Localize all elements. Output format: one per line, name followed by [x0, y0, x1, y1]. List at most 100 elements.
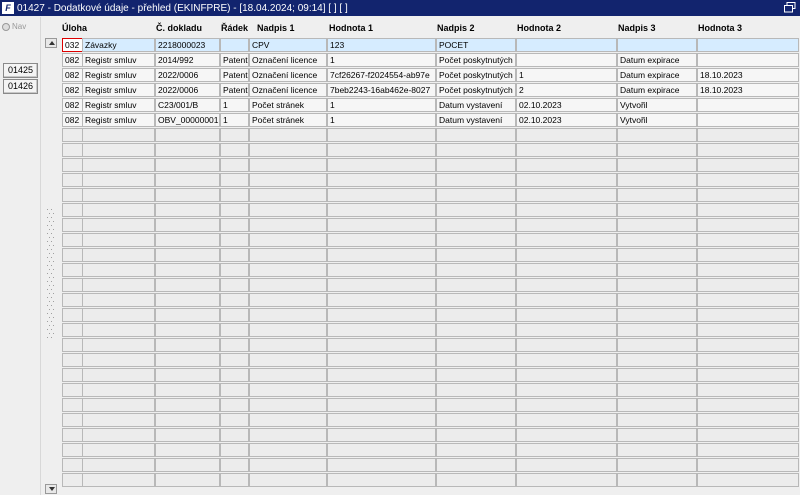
- table-cell[interactable]: Označení licence: [249, 53, 327, 67]
- table-cell[interactable]: [220, 248, 249, 262]
- table-cell[interactable]: [62, 128, 83, 142]
- table-cell[interactable]: [697, 428, 799, 442]
- table-cell[interactable]: [617, 278, 697, 292]
- table-cell[interactable]: [697, 413, 799, 427]
- table-cell[interactable]: [516, 368, 617, 382]
- table-cell[interactable]: [697, 128, 799, 142]
- table-cell[interactable]: [516, 428, 617, 442]
- table-cell[interactable]: [516, 353, 617, 367]
- table-cell[interactable]: 082: [62, 68, 83, 82]
- table-cell[interactable]: [436, 413, 516, 427]
- table-cell[interactable]: [617, 353, 697, 367]
- table-cell[interactable]: 2014/992: [155, 53, 220, 67]
- table-cell[interactable]: [436, 353, 516, 367]
- table-cell[interactable]: [327, 203, 436, 217]
- table-cell[interactable]: [617, 263, 697, 277]
- table-cell[interactable]: [327, 143, 436, 157]
- table-cell[interactable]: [62, 443, 83, 457]
- table-cell[interactable]: [327, 278, 436, 292]
- table-cell[interactable]: [697, 233, 799, 247]
- table-cell[interactable]: [62, 338, 83, 352]
- table-cell[interactable]: Registr smluv: [82, 113, 155, 127]
- table-cell[interactable]: 1: [220, 113, 249, 127]
- table-cell[interactable]: [436, 278, 516, 292]
- table-cell[interactable]: Patent: [220, 68, 249, 82]
- table-cell[interactable]: 7cf26267-f2024554-ab97e: [327, 68, 436, 82]
- table-cell[interactable]: [155, 188, 220, 202]
- table-cell[interactable]: [220, 203, 249, 217]
- table-cell[interactable]: [62, 323, 83, 337]
- table-cell[interactable]: 02.10.2023: [516, 98, 617, 112]
- table-cell[interactable]: [82, 293, 155, 307]
- table-cell[interactable]: [62, 398, 83, 412]
- table-cell[interactable]: [697, 368, 799, 382]
- table-cell[interactable]: [62, 263, 83, 277]
- table-cell[interactable]: [436, 188, 516, 202]
- table-cell[interactable]: [220, 473, 249, 487]
- table-cell[interactable]: [220, 353, 249, 367]
- table-cell[interactable]: Registr smluv: [82, 53, 155, 67]
- table-cell[interactable]: Datum vystavení: [436, 98, 516, 112]
- table-cell[interactable]: [697, 218, 799, 232]
- table-cell[interactable]: [327, 128, 436, 142]
- table-cell[interactable]: [62, 413, 83, 427]
- table-cell[interactable]: [155, 383, 220, 397]
- table-cell[interactable]: [249, 473, 327, 487]
- table-cell[interactable]: [516, 308, 617, 322]
- scroll-down-button[interactable]: [45, 484, 57, 494]
- table-cell[interactable]: [220, 38, 249, 52]
- table-cell[interactable]: [516, 383, 617, 397]
- table-cell[interactable]: [155, 473, 220, 487]
- table-cell[interactable]: [82, 353, 155, 367]
- table-cell[interactable]: [62, 278, 83, 292]
- table-cell[interactable]: [62, 458, 83, 472]
- table-cell[interactable]: [697, 398, 799, 412]
- table-cell[interactable]: [155, 338, 220, 352]
- table-cell[interactable]: [62, 143, 83, 157]
- table-cell[interactable]: [697, 383, 799, 397]
- table-cell[interactable]: [62, 173, 83, 187]
- table-cell[interactable]: [516, 473, 617, 487]
- table-cell[interactable]: [82, 458, 155, 472]
- table-cell[interactable]: [62, 308, 83, 322]
- table-cell[interactable]: Datum expirace: [617, 83, 697, 97]
- table-cell[interactable]: [82, 323, 155, 337]
- table-cell[interactable]: [327, 158, 436, 172]
- table-cell[interactable]: 18.10.2023: [697, 83, 799, 97]
- table-cell[interactable]: POCET: [436, 38, 516, 52]
- table-cell[interactable]: [249, 338, 327, 352]
- table-cell[interactable]: [220, 398, 249, 412]
- table-cell[interactable]: [82, 263, 155, 277]
- table-cell[interactable]: [82, 158, 155, 172]
- table-cell[interactable]: [697, 353, 799, 367]
- table-cell[interactable]: [516, 248, 617, 262]
- table-cell[interactable]: OBV_00000001: [155, 113, 220, 127]
- table-cell[interactable]: [617, 368, 697, 382]
- column-header[interactable]: Č. dokladu: [156, 23, 202, 33]
- table-cell[interactable]: [436, 218, 516, 232]
- table-cell[interactable]: [220, 443, 249, 457]
- table-cell[interactable]: [697, 173, 799, 187]
- table-cell[interactable]: 032: [62, 38, 83, 52]
- table-cell[interactable]: [155, 443, 220, 457]
- table-cell[interactable]: [327, 413, 436, 427]
- table-cell[interactable]: [327, 473, 436, 487]
- table-cell[interactable]: [516, 278, 617, 292]
- table-cell[interactable]: [617, 38, 697, 52]
- scroll-up-button[interactable]: [45, 38, 57, 48]
- table-cell[interactable]: Patent: [220, 53, 249, 67]
- table-cell[interactable]: [617, 188, 697, 202]
- table-cell[interactable]: [82, 338, 155, 352]
- table-cell[interactable]: [249, 323, 327, 337]
- table-cell[interactable]: [697, 443, 799, 457]
- table-cell[interactable]: [516, 218, 617, 232]
- table-cell[interactable]: [617, 428, 697, 442]
- table-cell[interactable]: [327, 428, 436, 442]
- table-cell[interactable]: [516, 338, 617, 352]
- table-cell[interactable]: 082: [62, 98, 83, 112]
- table-cell[interactable]: [436, 203, 516, 217]
- table-cell[interactable]: Patent: [220, 83, 249, 97]
- table-cell[interactable]: [155, 458, 220, 472]
- table-cell[interactable]: [697, 53, 799, 67]
- table-cell[interactable]: [249, 398, 327, 412]
